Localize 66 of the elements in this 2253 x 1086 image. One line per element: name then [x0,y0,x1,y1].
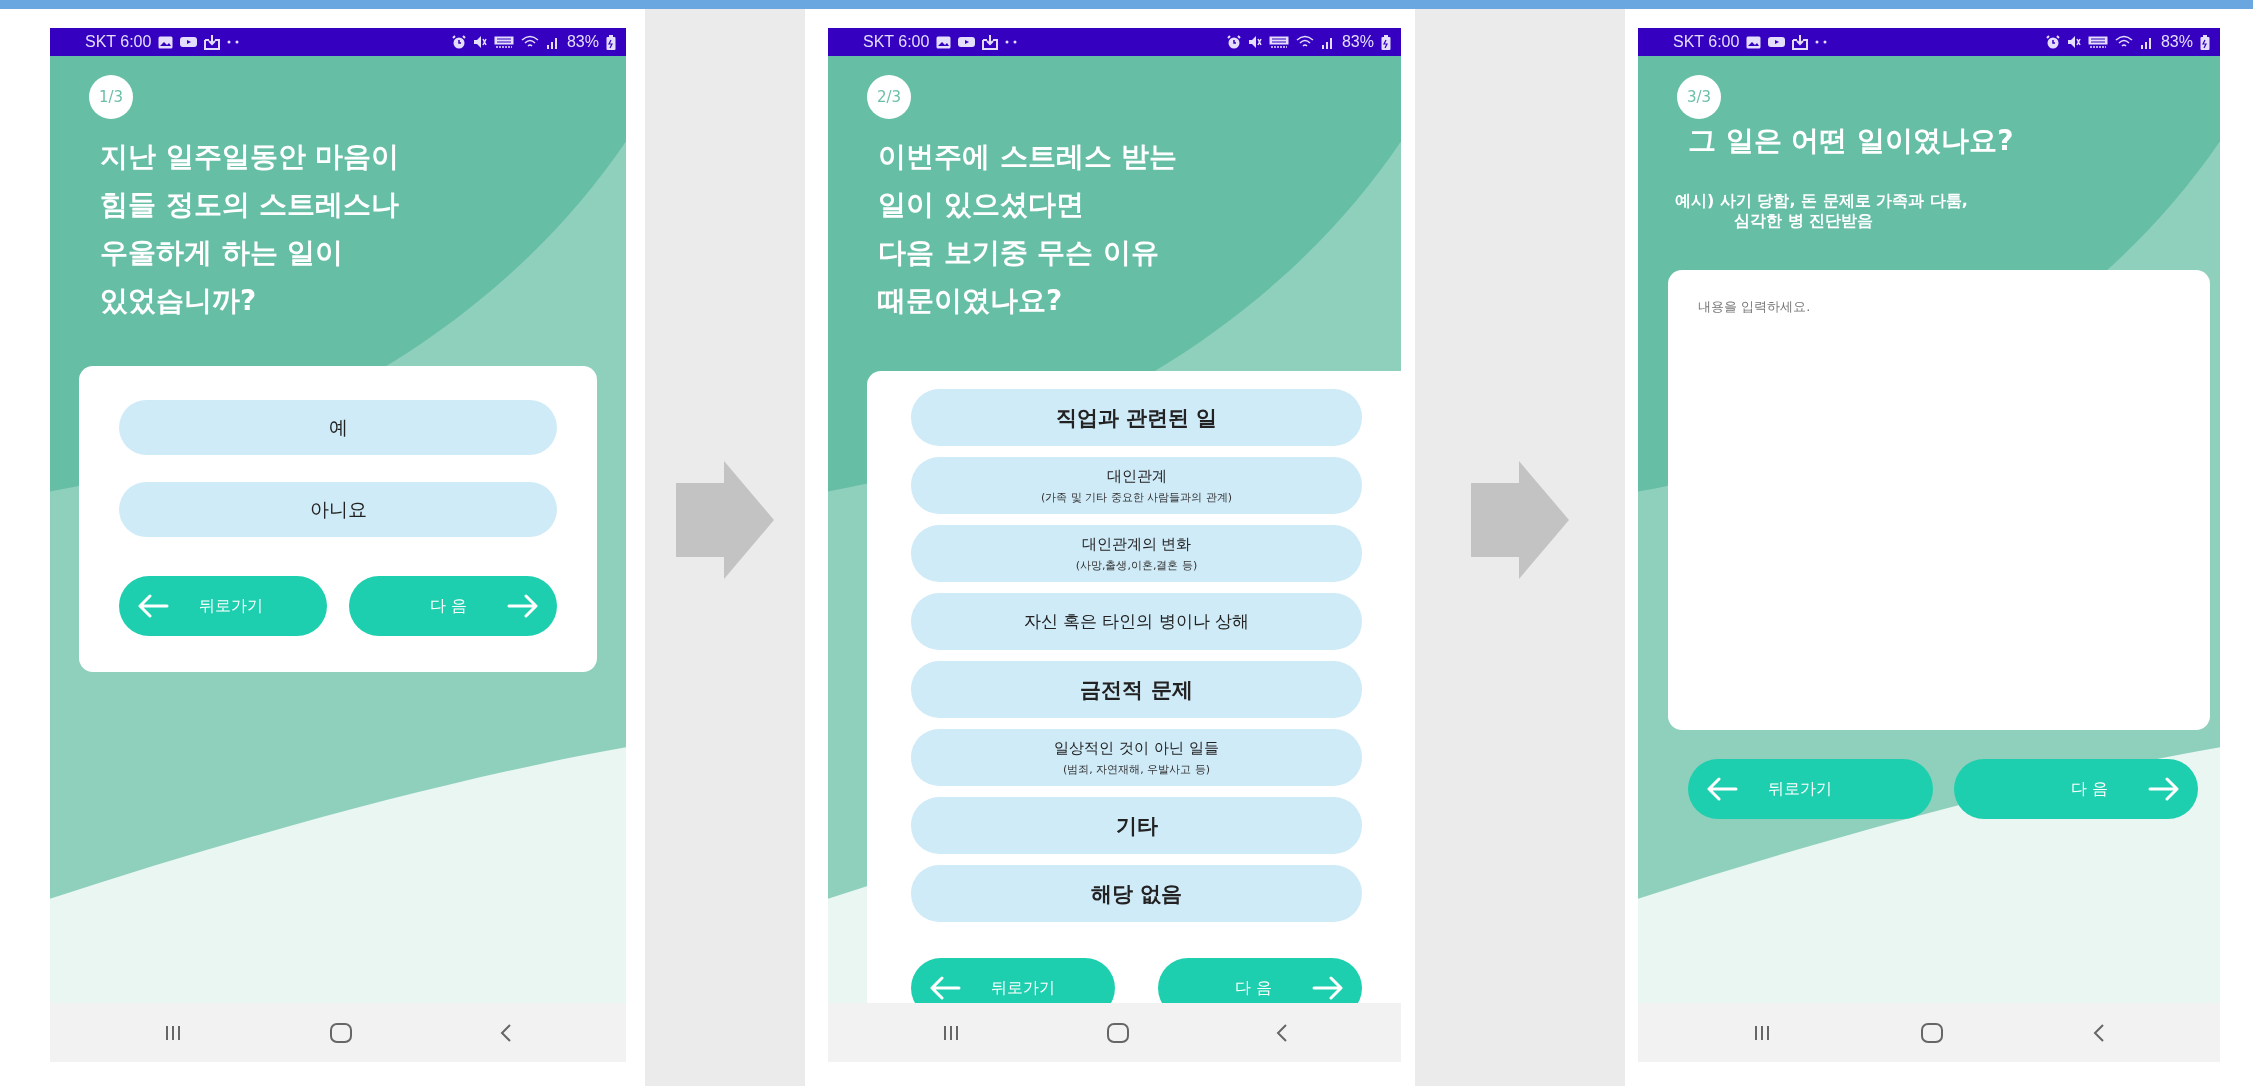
option-button[interactable]: 금전적 문제 [911,661,1362,718]
download-box-icon [204,34,221,50]
signal-icon [545,35,560,49]
video-icon [958,36,976,48]
dots-icon [227,40,240,44]
option-button[interactable]: 자신 혹은 타인의 병이나 상해 [911,593,1362,650]
alarm-icon [1226,35,1241,49]
back-icon[interactable] [500,1022,512,1043]
wifi-icon [2114,35,2133,49]
option-button[interactable]: 직업과 관련된 일 [911,389,1362,446]
wifi-icon [520,35,539,49]
signal-icon [1320,35,1335,49]
mute-icon [2066,35,2081,49]
question-text: 이번주에 스트레스 받는 일이 있으셨다면 다음 보기중 무슨 이유 때문이였나요? [878,139,1179,319]
battery-percent: 83% [1341,33,1374,51]
battery-percent: 83% [566,33,599,51]
battery-icon [2200,34,2210,50]
recent-apps-icon[interactable] [1753,1023,1771,1042]
option-button[interactable]: 일상적인 것이 아닌 일들 (범죄, 자연재해, 우발사고 등) [911,729,1362,786]
home-icon[interactable] [1106,1022,1129,1043]
recent-apps-icon[interactable] [164,1023,182,1042]
arrow-left-icon [929,976,961,1000]
image-icon [1746,35,1762,49]
battery-percent: 83% [2160,33,2193,51]
back-icon[interactable] [2093,1022,2105,1043]
arrow-right-icon [507,594,539,618]
mute-icon [472,35,487,49]
download-box-icon [982,34,999,50]
wifi-icon [1295,35,1314,49]
network-badge-icon [1268,35,1289,49]
arrow-right-icon [2148,777,2180,801]
option-button[interactable]: 대인관계의 변화 (사망,출생,이혼,결혼 등) [911,525,1362,582]
video-icon [180,36,198,48]
question-text: 지난 일주일동안 마음이 힘들 정도의 스트레스나 우울하게 하는 일이 있었습니까? [100,139,401,319]
home-icon[interactable] [330,1022,352,1043]
status-time: SKT 6:00 [863,33,930,51]
battery-icon [606,34,616,50]
option-button[interactable]: 예 [119,400,557,455]
signal-icon [2139,35,2154,49]
download-box-icon [1792,34,1809,50]
status-time: SKT 6:00 [1673,33,1740,51]
option-button[interactable]: 대인관계 (가족 및 기타 중요한 사람들과의 관계) [911,457,1362,514]
arrow-left-icon [1706,777,1738,801]
option-button[interactable]: 아니요 [119,482,557,537]
battery-icon [1381,34,1391,50]
answer-field[interactable]: 내용을 입력하세요. [1668,270,2210,730]
example-hint: 예시) 사기 당함, 돈 문제로 가족과 다툼, 심각한 병 진단받음 [1675,191,1969,231]
alarm-icon [2045,35,2060,49]
dots-icon [1815,40,1828,44]
network-badge-icon [493,35,514,49]
network-badge-icon [2087,35,2108,49]
image-icon [936,35,952,49]
arrow-right-icon [1312,976,1344,1000]
back-icon[interactable] [1275,1022,1288,1043]
dots-icon [1005,40,1018,44]
question-text: 그 일은 어떤 일이였나요? [1688,123,2015,159]
mute-icon [1247,35,1262,49]
image-icon [158,35,174,49]
video-icon [1768,36,1786,48]
recent-apps-icon[interactable] [941,1023,960,1042]
status-time: SKT 6:00 [85,33,152,51]
alarm-icon [451,35,466,49]
option-button[interactable]: 기타 [911,797,1362,854]
option-button[interactable]: 해당 없음 [911,865,1362,922]
arrow-left-icon [137,594,169,618]
home-icon[interactable] [1921,1022,1943,1043]
